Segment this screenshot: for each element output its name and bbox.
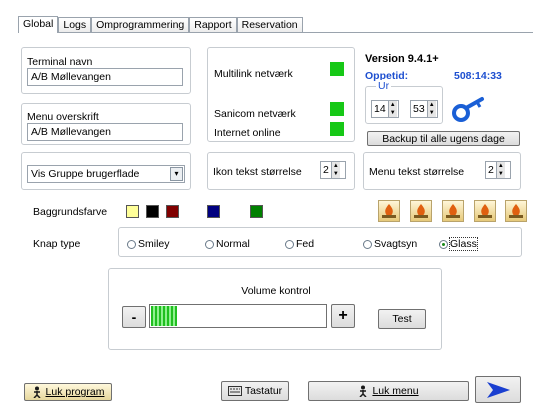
volume-title: Volume kontrol bbox=[241, 285, 311, 297]
tab-divider bbox=[18, 32, 533, 33]
flame-icon bbox=[414, 204, 428, 218]
multilink-indicator bbox=[330, 62, 344, 76]
menu-header-field[interactable]: A/B Møllevangen bbox=[27, 123, 183, 141]
icon-text-size-label: Ikon tekst størrelse bbox=[213, 166, 302, 178]
volume-group: Volume kontrol - + Test bbox=[108, 268, 442, 350]
volume-bar[interactable] bbox=[149, 304, 327, 328]
flame-icon bbox=[509, 204, 523, 218]
network-status-group: Multilink netværk Sanicom netværk Intern… bbox=[207, 47, 355, 142]
person-exit-icon bbox=[32, 386, 41, 398]
menu-header-group: Menu overskrift A/B Møllevangen bbox=[21, 103, 191, 145]
terminal-name-group: Terminal navn A/B Møllevangen bbox=[21, 47, 191, 94]
internet-indicator bbox=[330, 122, 344, 136]
clock-label: Ur bbox=[376, 80, 392, 92]
radio-svagtsyn-label: Svagtsyn bbox=[374, 238, 418, 250]
tab-logs[interactable]: Logs bbox=[58, 17, 92, 32]
group-select[interactable]: Vis Gruppe brugerflade ▾ bbox=[27, 165, 185, 183]
tab-omprogrammering[interactable]: Omprogrammering bbox=[91, 17, 190, 32]
backup-button[interactable]: Backup til alle ugens dage bbox=[367, 131, 520, 146]
color-swatch-green[interactable] bbox=[250, 205, 263, 218]
radio-glass[interactable]: Glass bbox=[439, 237, 478, 251]
radio-normal-label: Normal bbox=[216, 238, 250, 250]
icon-text-size-value: 2 bbox=[323, 164, 329, 176]
menu-text-size-stepper[interactable]: 2 ▲ ▼ bbox=[485, 161, 511, 179]
radio-glass-label: Glass bbox=[449, 237, 478, 251]
radio-svagtsyn[interactable]: Svagtsyn bbox=[363, 238, 417, 250]
radio-fed-label: Fed bbox=[296, 238, 315, 250]
color-swatch-yellow[interactable] bbox=[126, 205, 139, 218]
minute-value: 53 bbox=[413, 103, 425, 115]
theme-tile-5[interactable] bbox=[505, 200, 527, 222]
flame-icon bbox=[446, 204, 460, 218]
volume-level bbox=[151, 306, 178, 326]
color-swatch-maroon[interactable] bbox=[166, 205, 179, 218]
theme-tile-3[interactable] bbox=[442, 200, 464, 222]
tab-global[interactable]: Global bbox=[18, 16, 59, 33]
tab-bar: Global Logs Omprogrammering Rapport Rese… bbox=[18, 16, 303, 33]
color-swatch-navy[interactable] bbox=[207, 205, 220, 218]
keyboard-button[interactable]: Tastatur bbox=[221, 381, 289, 401]
close-menu-button[interactable]: Luk menu bbox=[308, 381, 469, 401]
radio-circle-icon bbox=[285, 239, 294, 249]
volume-plus-button[interactable]: + bbox=[331, 304, 355, 328]
multilink-label: Multilink netværk bbox=[214, 68, 293, 80]
key-icon[interactable] bbox=[452, 96, 486, 122]
hour-stepper[interactable]: 14 ▲ ▼ bbox=[371, 100, 399, 118]
hour-value: 14 bbox=[374, 103, 386, 115]
internet-label: Internet online bbox=[214, 127, 281, 139]
flame-icon bbox=[478, 204, 492, 218]
group-select-value: Vis Gruppe brugerflade bbox=[31, 168, 140, 180]
close-program-label: Luk program bbox=[45, 386, 105, 398]
icon-text-size-stepper[interactable]: 2 ▲ ▼ bbox=[320, 161, 346, 179]
keyboard-icon bbox=[227, 386, 242, 396]
arrow-right-icon bbox=[487, 381, 510, 398]
stepper-arrows-icon[interactable]: ▲ ▼ bbox=[330, 162, 340, 178]
group-select-group: Vis Gruppe brugerflade ▾ bbox=[21, 152, 191, 190]
close-program-button[interactable]: Luk program bbox=[24, 383, 112, 401]
clock-group: Ur 14 ▲ ▼ 53 ▲ ▼ bbox=[365, 80, 443, 124]
radio-normal[interactable]: Normal bbox=[205, 238, 250, 250]
radio-circle-selected-icon bbox=[439, 239, 448, 249]
person-exit-icon bbox=[359, 385, 367, 397]
flame-icon bbox=[382, 204, 396, 218]
terminal-name-label: Terminal navn bbox=[27, 56, 93, 68]
tab-rapport[interactable]: Rapport bbox=[189, 17, 237, 32]
close-menu-label: Luk menu bbox=[372, 385, 419, 397]
button-type-group: Smiley Normal Fed Svagtsyn Glass bbox=[118, 227, 522, 257]
volume-test-button[interactable]: Test bbox=[378, 309, 426, 329]
next-button[interactable] bbox=[475, 376, 521, 403]
tab-reservation[interactable]: Reservation bbox=[236, 17, 303, 32]
uptime-value: 508:14:33 bbox=[454, 70, 502, 82]
radio-fed[interactable]: Fed bbox=[285, 238, 314, 250]
theme-tile-4[interactable] bbox=[474, 200, 496, 222]
menu-text-size-label: Menu tekst størrelse bbox=[369, 166, 465, 178]
menu-text-size-value: 2 bbox=[488, 164, 494, 176]
chevron-down-icon[interactable]: ▾ bbox=[170, 167, 183, 181]
radio-smiley-label: Smiley bbox=[138, 238, 170, 250]
terminal-name-field[interactable]: A/B Møllevangen bbox=[27, 68, 183, 86]
radio-smiley[interactable]: Smiley bbox=[127, 238, 170, 250]
sanicom-indicator bbox=[330, 102, 344, 116]
radio-circle-icon bbox=[205, 239, 214, 249]
menu-stepper-arrows-icon[interactable]: ▲ ▼ bbox=[495, 162, 505, 178]
minute-arrows-icon[interactable]: ▲ ▼ bbox=[426, 101, 436, 117]
theme-tile-2[interactable] bbox=[410, 200, 432, 222]
hour-arrows-icon[interactable]: ▲ ▼ bbox=[387, 101, 397, 117]
sanicom-label: Sanicom netværk bbox=[214, 108, 296, 120]
radio-circle-icon bbox=[363, 239, 372, 249]
keyboard-label: Tastatur bbox=[244, 385, 283, 397]
volume-minus-button[interactable]: - bbox=[122, 306, 146, 328]
version-text: Version 9.4.1+ bbox=[365, 53, 439, 65]
menu-text-size-group: Menu tekst størrelse 2 ▲ ▼ bbox=[363, 152, 521, 190]
minute-stepper[interactable]: 53 ▲ ▼ bbox=[410, 100, 438, 118]
background-color-label: Baggrundsfarve bbox=[33, 206, 108, 218]
button-type-label: Knap type bbox=[33, 238, 81, 250]
radio-circle-icon bbox=[127, 239, 136, 249]
color-swatch-black[interactable] bbox=[146, 205, 159, 218]
icon-text-size-group: Ikon tekst størrelse 2 ▲ ▼ bbox=[207, 152, 355, 190]
menu-header-label: Menu overskrift bbox=[27, 111, 99, 123]
theme-tile-1[interactable] bbox=[378, 200, 400, 222]
